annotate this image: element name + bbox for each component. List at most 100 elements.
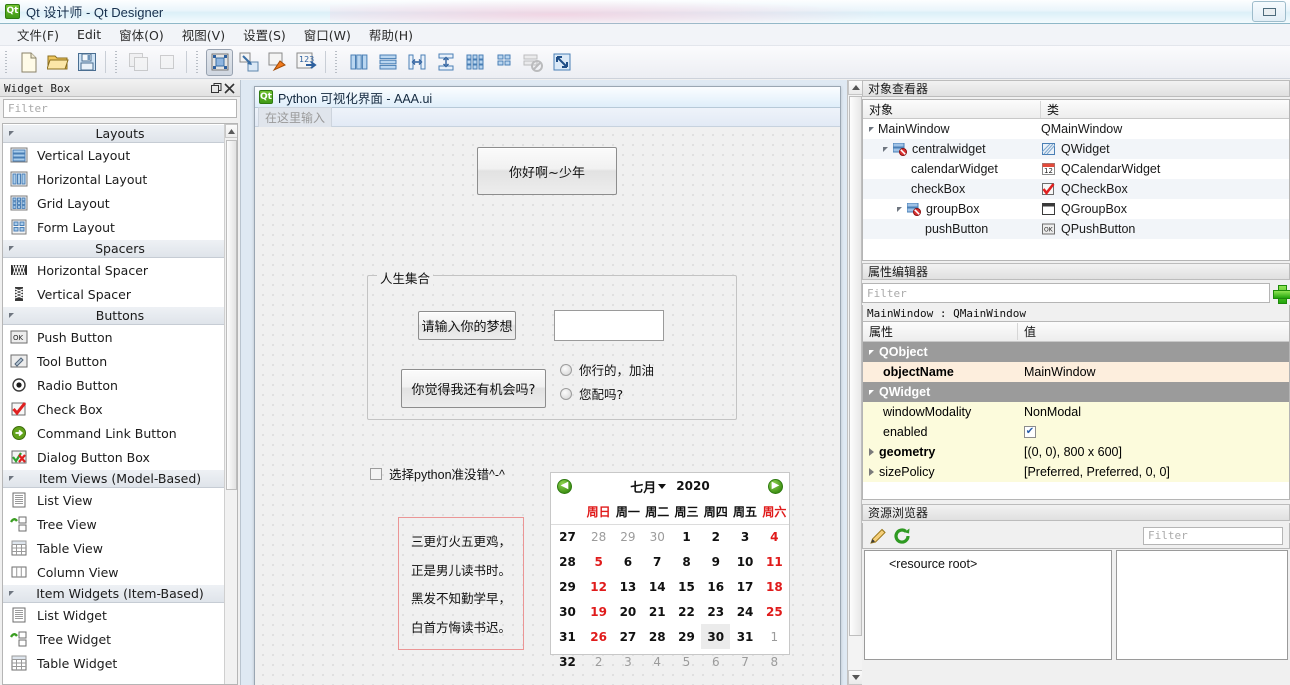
form-menubar[interactable]: 在这里输入	[255, 106, 840, 128]
calendar-day-cell[interactable]: 15	[672, 574, 701, 599]
scrollbar-thumb[interactable]	[849, 96, 862, 636]
scroll-up-arrow-icon[interactable]	[848, 80, 863, 95]
restore-window-button[interactable]	[1252, 1, 1286, 22]
object-row-mainwindow[interactable]: MainWindow QMainWindow	[863, 119, 1289, 139]
resource-tree-pane[interactable]: <resource root>	[864, 550, 1112, 660]
calendar-day-cell[interactable]: 30	[643, 524, 672, 549]
property-filter-input[interactable]: Filter	[862, 283, 1270, 303]
canvas-vertical-scrollbar[interactable]	[847, 80, 863, 685]
expand-triangle-icon[interactable]	[869, 349, 874, 355]
undo-button[interactable]	[125, 49, 152, 76]
toolbar-grip[interactable]	[3, 51, 11, 73]
calendar-day-cell[interactable]: 1	[760, 624, 789, 649]
widget-item-list-view[interactable]: List View	[3, 488, 237, 512]
layout-grid-button[interactable]	[461, 49, 488, 76]
calendar-day-cell[interactable]: 29	[613, 524, 642, 549]
widget-category-layouts[interactable]: Layouts	[3, 124, 237, 143]
property-row-enabled[interactable]: enabled ✔	[863, 422, 1289, 442]
calendar-day-cell[interactable]: 11	[760, 549, 789, 574]
calendar-day-cell[interactable]: 21	[643, 599, 672, 624]
calendar-day-cell[interactable]: 10	[730, 549, 759, 574]
property-value[interactable]: NonModal	[1018, 405, 1289, 419]
float-icon[interactable]	[210, 82, 223, 95]
calendar-day-cell[interactable]: 28	[584, 524, 613, 549]
widget-item-dialog-button-box[interactable]: Dialog Button Box	[3, 445, 237, 469]
widget-category-spacers[interactable]: Spacers	[3, 239, 237, 258]
calendar-year-label[interactable]: 2020	[676, 479, 709, 493]
object-row-centralwidget[interactable]: centralwidget QWidget	[863, 139, 1289, 159]
layout-horizontally-button[interactable]	[345, 49, 372, 76]
object-row-checkbox[interactable]: checkBox QCheckBox	[863, 179, 1289, 199]
poem-label[interactable]: 三更灯火五更鸡， 正是男儿读书时。 黑发不知勤学早， 白首方悔读书迟。	[398, 517, 524, 650]
property-group-qobject[interactable]: QObject	[863, 342, 1289, 362]
widget-item-grid-layout[interactable]: Grid Layout	[3, 191, 237, 215]
property-group-qwidget[interactable]: QWidget	[863, 382, 1289, 402]
menu-settings[interactable]: 设置(S)	[234, 23, 295, 46]
calendar-day-cell[interactable]: 28	[643, 624, 672, 649]
widget-item-radio-button[interactable]: Radio Button	[3, 373, 237, 397]
resource-filter-input[interactable]: Filter	[1143, 526, 1283, 545]
widget-item-horizontal-spacer[interactable]: Horizontal Spacer	[3, 258, 237, 282]
adjust-size-button[interactable]	[548, 49, 575, 76]
widget-box-filter-input[interactable]: Filter	[3, 99, 237, 118]
layout-splitter-horizontal-button[interactable]	[403, 49, 430, 76]
property-row-objectname[interactable]: objectName MainWindow	[863, 362, 1289, 382]
scroll-down-arrow-icon[interactable]	[848, 670, 863, 685]
open-file-button[interactable]	[44, 49, 71, 76]
calendar-day-cell[interactable]: 4	[760, 524, 789, 549]
calendar-day-cell[interactable]: 6	[613, 549, 642, 574]
object-row-pushbutton[interactable]: pushButton OK QPushButton	[863, 219, 1289, 239]
widget-item-command-link-button[interactable]: Command Link Button	[3, 421, 237, 445]
break-layout-button[interactable]	[519, 49, 546, 76]
calendar-day-cell[interactable]: 30	[701, 624, 731, 649]
scrollbar-thumb[interactable]	[226, 140, 237, 490]
layout-splitter-vertical-button[interactable]	[432, 49, 459, 76]
menu-view[interactable]: 视图(V)	[173, 23, 234, 46]
calendar-day-cell[interactable]: 13	[613, 574, 642, 599]
property-row-geometry[interactable]: geometry [(0, 0), 800 x 600]	[863, 442, 1289, 462]
calendar-day-cell[interactable]: 1	[672, 524, 701, 549]
widget-item-vertical-spacer[interactable]: Vertical Spacer	[3, 282, 237, 306]
calendar-day-cell[interactable]: 22	[672, 599, 701, 624]
calendar-day-cell[interactable]: 12	[584, 574, 613, 599]
form-window[interactable]: Qt Python 可视化界面 - AAA.ui 在这里输入 你好啊~少年 人生…	[254, 86, 841, 685]
python-check-box[interactable]: 选择python准没错^-^	[370, 464, 505, 483]
form-menubar-placeholder[interactable]: 在这里输入	[258, 106, 333, 128]
toolbar-grip-4[interactable]	[333, 51, 341, 73]
calendar-day-cell[interactable]: 18	[760, 574, 789, 599]
widget-item-table-widget[interactable]: Table Widget	[3, 651, 237, 675]
calendar-day-cell[interactable]: 3	[613, 649, 642, 674]
radio-button-1[interactable]: 你行的，加油	[560, 360, 654, 379]
pencil-edit-icon[interactable]	[869, 527, 893, 545]
next-month-icon[interactable]: ▶	[768, 478, 783, 494]
edit-buddies-button[interactable]	[264, 49, 291, 76]
widget-item-column-view[interactable]: Column View	[3, 560, 237, 584]
property-value[interactable]: MainWindow	[1018, 365, 1289, 379]
menu-edit[interactable]: Edit	[68, 25, 110, 44]
expand-triangle-icon[interactable]	[897, 206, 902, 212]
widget-item-form-layout[interactable]: Form Layout	[3, 215, 237, 239]
expand-triangle-icon[interactable]	[869, 448, 874, 456]
property-row-sizepolicy[interactable]: sizePolicy [Preferred, Preferred, 0, 0]	[863, 462, 1289, 482]
object-inspector-tree[interactable]: 对象 类 MainWindow QMainWindow centralwidge…	[862, 99, 1290, 261]
radio-button-2[interactable]: 您配吗?	[560, 384, 623, 403]
widget-item-check-box[interactable]: Check Box	[3, 397, 237, 421]
calendar-grid[interactable]: 周日 周一 周二 周三 周四 周五 周六 27 28 29 30 1 2 3 4 28 5 6 7 8 9…	[551, 499, 789, 674]
redo-button[interactable]	[154, 49, 181, 76]
dream-line-edit[interactable]	[554, 310, 664, 341]
calendar-day-cell[interactable]: 3	[730, 524, 759, 549]
resource-root-label[interactable]: <resource root>	[865, 551, 1111, 571]
calendar-month-label[interactable]: 七月	[630, 477, 656, 496]
menu-help[interactable]: 帮助(H)	[360, 23, 422, 46]
dream-push-button[interactable]: 请输入你的梦想	[418, 311, 516, 340]
scroll-up-arrow-icon[interactable]	[225, 124, 237, 138]
expand-triangle-icon[interactable]	[869, 389, 874, 395]
calendar-day-cell[interactable]: 25	[760, 599, 789, 624]
enabled-checkbox[interactable]: ✔	[1024, 426, 1036, 438]
layout-form-button[interactable]	[490, 49, 517, 76]
calendar-day-cell[interactable]: 2	[584, 649, 613, 674]
widget-item-tree-widget[interactable]: Tree Widget	[3, 627, 237, 651]
calendar-day-cell[interactable]: 6	[701, 649, 730, 674]
calendar-day-cell[interactable]: 20	[613, 599, 642, 624]
widget-item-horizontal-layout[interactable]: Horizontal Layout	[3, 167, 237, 191]
